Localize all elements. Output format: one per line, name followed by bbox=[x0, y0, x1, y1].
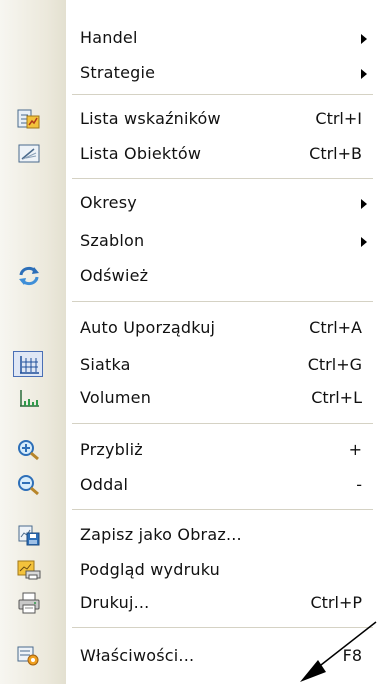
context-menu: Handel Strategie Lista wskaźników Ctrl+I bbox=[0, 0, 379, 684]
annotation-arrow-icon bbox=[300, 621, 377, 682]
